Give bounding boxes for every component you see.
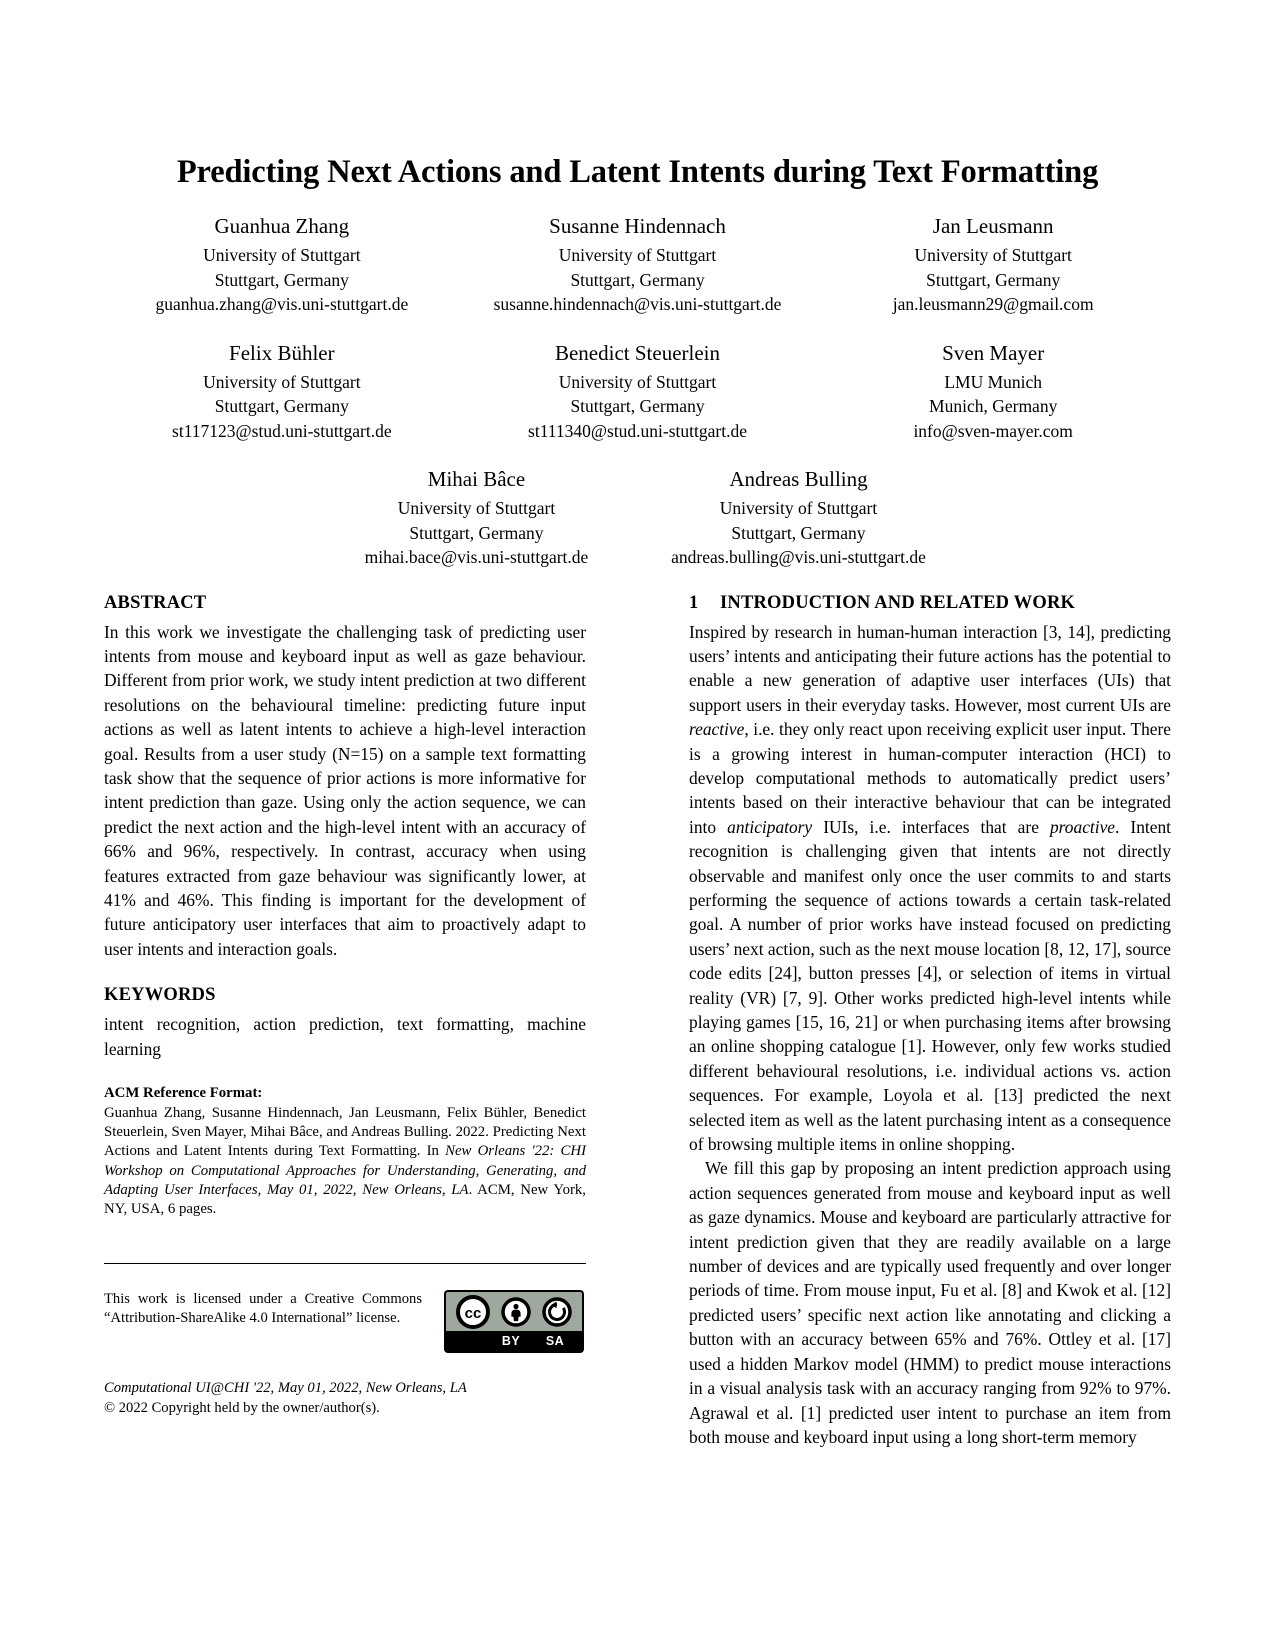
intro-term-anticipatory: anticipatory	[727, 816, 813, 837]
author-email[interactable]: info@sven-mayer.com	[821, 419, 1165, 444]
author-email[interactable]: andreas.bulling@vis.uni-stuttgart.de	[644, 545, 954, 570]
author-email[interactable]: susanne.hindennach@vis.uni-stuttgart.de	[466, 292, 810, 317]
intro-p1-d: . Intent recognition is challenging give…	[689, 816, 1171, 1155]
keywords-text: intent recognition, action prediction, t…	[104, 1014, 586, 1059]
author-location: Stuttgart, Germany	[570, 269, 705, 290]
creative-commons-badge[interactable]: cc BY SA	[444, 1290, 584, 1354]
author-affiliation: University of Stuttgart	[719, 498, 878, 518]
license-line-1: This work is licensed under a Creative C…	[104, 1291, 422, 1308]
intro-p1-c: IUIs, i.e. interfaces that are	[812, 816, 1050, 837]
author-affiliation: University of Stuttgart	[203, 371, 361, 392]
cc-badge-labels: BY SA	[444, 1331, 584, 1354]
introduction-paragraph-2: We fill this gap by proposing an intent …	[689, 1158, 1171, 1447]
author-location: Stuttgart, Germany	[409, 522, 544, 543]
author-entry: Mihai Bâce University of Stuttgart Stutt…	[316, 464, 638, 570]
author-entry: Jan Leusmann University of Stuttgart Stu…	[815, 211, 1171, 317]
page-title: Predicting Next Actions and Latent Inten…	[176, 154, 1099, 190]
acm-reference-heading: ACM Reference Format:	[104, 1085, 263, 1101]
license-text: This work is licensed under a Creative C…	[104, 1290, 422, 1328]
author-email[interactable]: st111340@stud.uni-stuttgart.de	[466, 419, 810, 444]
copyright-line: © 2022 Copyright held by the owner/autho…	[104, 1399, 380, 1416]
author-block: Guanhua Zhang University of Stuttgart St…	[104, 211, 1171, 570]
intro-p1-a: Inspired by research in human-human inte…	[689, 621, 1171, 715]
intro-term-reactive: reactive	[689, 719, 745, 740]
author-name: Jan Leusmann	[932, 214, 1054, 238]
author-name: Felix Bühler	[229, 340, 335, 365]
author-location: Stuttgart, Germany	[926, 269, 1061, 290]
author-name: Susanne Hindennach	[549, 214, 726, 238]
author-location: Stuttgart, Germany	[214, 396, 349, 416]
intro-term-proactive: proactive	[1049, 816, 1116, 837]
copyright-block: Computational UI@CHI '22, May 01, 2022, …	[104, 1379, 586, 1418]
author-entry: Guanhua Zhang University of Stuttgart St…	[104, 211, 460, 317]
svg-text:cc: cc	[465, 1305, 482, 1322]
author-entry: Sven Mayer LMU Munich Munich, Germany in…	[815, 338, 1171, 444]
cc-sa-label: SA	[545, 1334, 565, 1349]
keywords-heading: KEYWORDS	[104, 985, 216, 1006]
acm-reference-text: Guanhua Zhang, Susanne Hindennach, Jan L…	[104, 1104, 586, 1219]
introduction-paragraph-1: Inspired by research in human-human inte…	[689, 620, 1171, 1157]
author-name: Sven Mayer	[942, 340, 1045, 365]
author-affiliation: University of Stuttgart	[203, 245, 361, 265]
cc-by-label: BY	[501, 1334, 521, 1349]
author-entry: Susanne Hindennach University of Stuttga…	[460, 211, 816, 317]
left-column: ABSTRACT In this work we investigate the…	[104, 592, 586, 1450]
section-title: INTRODUCTION AND RELATED WORK	[720, 592, 1076, 613]
author-location: Stuttgart, Germany	[214, 269, 349, 290]
author-email[interactable]: guanhua.zhang@vis.uni-stuttgart.de	[110, 292, 454, 317]
author-name: Guanhua Zhang	[214, 214, 350, 238]
author-row-3: Mihai Bâce University of Stuttgart Stutt…	[104, 464, 1171, 570]
introduction-heading: 1 INTRODUCTION AND RELATED WORK	[689, 592, 1171, 614]
author-affiliation: LMU Munich	[944, 371, 1043, 392]
license-row: This work is licensed under a Creative C…	[104, 1290, 586, 1354]
venue-line: Computational UI@CHI '22, May 01, 2022, …	[104, 1380, 467, 1397]
cc-badge-icons: cc	[444, 1290, 584, 1332]
author-entry: Benedict Steuerlein University of Stuttg…	[460, 338, 816, 444]
share-alike-icon	[541, 1296, 572, 1327]
author-row-1: Guanhua Zhang University of Stuttgart St…	[104, 211, 1171, 317]
author-affiliation: University of Stuttgart	[558, 371, 717, 392]
author-location: Stuttgart, Germany	[570, 396, 705, 416]
author-affiliation: University of Stuttgart	[558, 245, 717, 265]
section-number: 1	[689, 592, 699, 613]
author-entry: Felix Bühler University of Stuttgart Stu…	[104, 338, 460, 444]
author-email[interactable]: jan.leusmann29@gmail.com	[821, 292, 1165, 317]
license-line-2: “Attribution-ShareAlike 4.0 Internationa…	[104, 1310, 401, 1327]
attribution-person-icon	[501, 1296, 531, 1327]
paper-page: Predicting Next Actions and Latent Inten…	[0, 0, 1275, 1651]
abstract-heading: ABSTRACT	[104, 592, 207, 613]
two-column-body: ABSTRACT In this work we investigate the…	[104, 592, 1171, 1450]
author-email[interactable]: st117123@stud.uni-stuttgart.de	[110, 419, 454, 444]
author-name: Andreas Bulling	[729, 467, 868, 491]
author-name: Mihai Bâce	[427, 467, 526, 491]
cc-logo-icon: cc	[456, 1294, 491, 1329]
author-entry: Andreas Bulling University of Stuttgart …	[638, 464, 960, 570]
author-row-2: Felix Bühler University of Stuttgart Stu…	[104, 338, 1171, 444]
author-email[interactable]: mihai.bace@vis.uni-stuttgart.de	[322, 545, 632, 570]
abstract-text: In this work we investigate the challeng…	[104, 621, 586, 959]
footer-divider	[104, 1263, 586, 1265]
author-location: Munich, Germany	[929, 396, 1058, 416]
author-affiliation: University of Stuttgart	[397, 498, 556, 518]
right-column: 1 INTRODUCTION AND RELATED WORK Inspired…	[689, 592, 1171, 1450]
author-name: Benedict Steuerlein	[554, 340, 721, 365]
author-location: Stuttgart, Germany	[731, 522, 866, 543]
author-affiliation: University of Stuttgart	[914, 245, 1072, 265]
